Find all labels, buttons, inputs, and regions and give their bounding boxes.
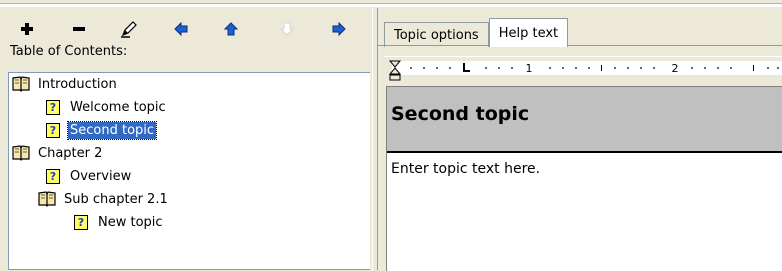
toc-pane: Table of Contents: Introduction ? Welcom… <box>0 8 372 270</box>
move-up-button[interactable] <box>216 18 246 40</box>
tree-item-label: Sub chapter 2.1 <box>64 191 168 207</box>
tree-item-label: Welcome topic <box>70 99 166 115</box>
remove-button[interactable] <box>64 18 94 40</box>
content-pane: Topic options Help text 1 2 Second topic… <box>378 8 782 271</box>
tree-item-label: Second topic <box>66 120 158 140</box>
topic-heading-band: Second topic <box>387 87 782 153</box>
tab-baseline <box>378 45 782 46</box>
window-top-strip <box>0 0 782 8</box>
arrow-up-icon <box>224 22 238 36</box>
tree-item-label: New topic <box>98 214 163 230</box>
tree-item-second-topic[interactable]: ? Second topic <box>43 119 158 141</box>
minus-icon <box>73 27 85 31</box>
move-down-button[interactable] <box>272 18 302 40</box>
ruler-scale: 1 2 <box>388 60 782 81</box>
help-topic-icon: ? <box>71 212 91 232</box>
ruler-mark-2: 2 <box>672 62 679 75</box>
help-topic-icon: ? <box>43 166 63 186</box>
tree-item-sub-chapter-2-1[interactable]: Sub chapter 2.1 <box>37 188 170 210</box>
book-icon <box>11 143 31 163</box>
tree-item-welcome-topic[interactable]: ? Welcome topic <box>43 96 168 118</box>
tree-item-introduction[interactable]: Introduction <box>11 73 119 95</box>
ruler[interactable]: 1 2 <box>384 56 782 83</box>
toc-label: Table of Contents: <box>10 44 128 59</box>
move-left-button[interactable] <box>166 18 196 40</box>
plus-icon <box>21 23 33 35</box>
rename-button[interactable] <box>114 18 144 40</box>
tree-item-label: Introduction <box>38 76 117 92</box>
book-icon <box>11 74 31 94</box>
add-button[interactable] <box>12 18 42 40</box>
left-indent-marker <box>389 74 401 81</box>
move-right-button[interactable] <box>324 18 354 40</box>
topic-heading: Second topic <box>391 103 530 125</box>
ruler-mark-1: 1 <box>526 62 533 75</box>
tree-item-label: Overview <box>70 168 132 184</box>
pencil-icon <box>121 21 137 38</box>
tab-topic-options[interactable]: Topic options <box>384 22 489 47</box>
tree-item-label: Chapter 2 <box>38 145 103 161</box>
arrow-right-icon <box>332 22 346 36</box>
book-icon <box>37 189 57 209</box>
tree-item-new-topic[interactable]: ? New topic <box>71 211 165 233</box>
tree-item-chapter-2[interactable]: Chapter 2 <box>11 142 104 164</box>
tab-strip: Topic options Help text <box>384 18 569 47</box>
tab-help-text[interactable]: Help text <box>488 18 569 47</box>
help-topic-icon: ? <box>43 120 63 140</box>
toc-tree[interactable]: Introduction ? Welcome topic ? Second to… <box>8 72 370 270</box>
arrow-down-icon <box>280 22 294 36</box>
help-text-editor[interactable]: Second topic Enter topic text here. <box>386 86 782 271</box>
toc-toolbar <box>8 18 368 40</box>
arrow-left-icon <box>174 22 188 36</box>
help-topic-icon: ? <box>43 97 63 117</box>
topic-body-text[interactable]: Enter topic text here. <box>391 161 540 177</box>
tree-item-overview[interactable]: ? Overview <box>43 165 133 187</box>
top-separator <box>0 3 782 7</box>
